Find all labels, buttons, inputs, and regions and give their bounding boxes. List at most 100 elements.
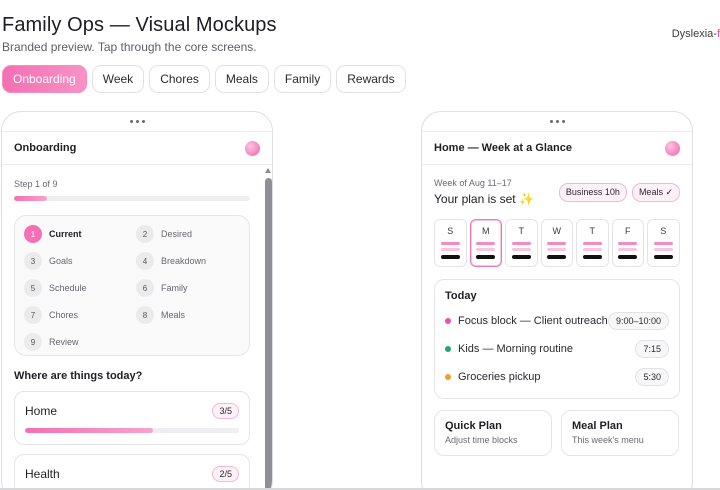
status-dot (445, 374, 451, 380)
week-days: S M T W T F S (434, 219, 680, 267)
category-card-home[interactable]: Home 3/5 (14, 391, 250, 445)
step-item-meals[interactable]: 8 Meals (136, 306, 248, 324)
step-name: Review (49, 337, 79, 347)
step-number: 2 (136, 225, 154, 243)
day-wed[interactable]: W (540, 219, 573, 267)
score-badge: 3/5 (212, 403, 239, 419)
step-number: 9 (24, 333, 42, 351)
tab-family[interactable]: Family (273, 65, 332, 93)
chip-meals[interactable]: Meals ✓ (631, 183, 680, 202)
tab-onboarding[interactable]: Onboarding (2, 65, 87, 93)
today-item[interactable]: Groceries pickup 5:30 (445, 366, 669, 388)
plan-title-text: Your plan is set (434, 192, 516, 206)
action-cards: Quick Plan Adjust time blocks Meal Plan … (434, 410, 680, 456)
tab-meals[interactable]: Meals (214, 65, 269, 93)
step-name: Schedule (49, 283, 87, 293)
card-title: Quick Plan (445, 420, 502, 432)
card-title: Meal Plan (572, 420, 623, 432)
onboarding-title: Onboarding (14, 142, 77, 154)
step-item-current[interactable]: 1 Current (24, 225, 136, 243)
sparkle-icon: ✨ (518, 192, 534, 206)
day-sat[interactable]: S (647, 219, 680, 267)
tab-chores[interactable]: Chores (149, 65, 210, 93)
step-name: Meals (161, 310, 186, 320)
today-card: Today Focus block — Client outreach 9:00… (434, 279, 680, 399)
onboarding-progress (14, 196, 250, 201)
scrollbar-thumb[interactable] (265, 178, 272, 490)
day-mon[interactable]: M (469, 219, 502, 267)
time-badge: 9:00–10:00 (607, 312, 669, 330)
home-appbar: Home — Week at a Glance (422, 131, 692, 165)
scrollbar[interactable] (264, 168, 272, 490)
step-item-chores[interactable]: 7 Chores (24, 306, 136, 324)
step-item-goals[interactable]: 3 Goals (24, 252, 136, 270)
chip-business[interactable]: Business 10h (558, 183, 627, 202)
step-number: 7 (24, 306, 42, 324)
category-name: Health (25, 467, 60, 481)
tab-rewards[interactable]: Rewards (336, 65, 406, 93)
category-progress (25, 428, 239, 433)
dyslexia-toggle[interactable]: Dyslexia-f (672, 28, 720, 40)
step-name: Chores (49, 310, 79, 320)
category-name: Home (25, 404, 58, 418)
time-badge: 5:30 (635, 368, 669, 386)
onboarding-progress-fill (14, 196, 48, 201)
step-number: 5 (24, 279, 42, 297)
today-item[interactable]: Focus block — Client outreach 9:00–10:00 (445, 310, 669, 332)
step-item-schedule[interactable]: 5 Schedule (24, 279, 136, 297)
avatar[interactable] (665, 140, 680, 156)
steps-list: 1 Current 2 Desired 3 Goals 4 Breakdown 5 Sch… (14, 215, 250, 356)
category-progress-fill (25, 428, 154, 433)
avatar[interactable] (245, 140, 260, 156)
status-dot (445, 318, 451, 324)
week-label: Week of Aug 11–17 (434, 178, 512, 188)
onboarding-phone: Onboarding Step 1 of 9 1 Current 2 Desired… (1, 111, 273, 490)
quick-plan-card[interactable]: Quick Plan Adjust time blocks (434, 410, 552, 456)
step-item-desired[interactable]: 2 Desired (136, 225, 248, 243)
plan-chips: Business 10h Meals ✓ (558, 183, 680, 202)
step-number: 3 (24, 252, 42, 270)
screen-tabs: Onboarding Week Chores Meals Family Rewa… (2, 65, 406, 93)
day-tue[interactable]: T (505, 219, 538, 267)
page-title: Family Ops — Visual Mockups (2, 14, 277, 36)
step-number: 4 (136, 252, 154, 270)
phone-notch (422, 112, 692, 131)
tab-week[interactable]: Week (91, 65, 145, 93)
card-subtitle: This week's menu (572, 435, 644, 445)
step-label: Step 1 of 9 (14, 179, 58, 189)
section-title: Where are things today? (14, 370, 143, 382)
step-number: 1 (24, 225, 42, 243)
phone-notch (2, 112, 272, 131)
step-number: 6 (136, 279, 154, 297)
today-title: Today (445, 290, 477, 302)
category-card-health[interactable]: Health 2/5 (14, 454, 250, 490)
today-item[interactable]: Kids — Morning routine 7:15 (445, 338, 669, 360)
step-item-review[interactable]: 9 Review (24, 333, 136, 351)
step-item-breakdown[interactable]: 4 Breakdown (136, 252, 248, 270)
scroll-up-arrow-icon[interactable] (265, 168, 271, 173)
meal-plan-card[interactable]: Meal Plan This week's menu (561, 410, 679, 456)
today-item-label: Groceries pickup (458, 371, 541, 383)
page-header: Family Ops — Visual Mockups Branded prev… (2, 14, 277, 54)
day-thu[interactable]: T (576, 219, 609, 267)
step-name: Breakdown (161, 256, 207, 266)
step-name: Desired (161, 229, 193, 239)
score-badge: 2/5 (212, 466, 239, 482)
step-name: Current (49, 229, 82, 239)
step-number: 8 (136, 306, 154, 324)
today-item-label: Kids — Morning routine (458, 343, 573, 355)
home-title: Home — Week at a Glance (434, 142, 572, 154)
step-item-family[interactable]: 6 Family (136, 279, 248, 297)
status-dot (445, 346, 451, 352)
step-name: Goals (49, 256, 73, 266)
day-fri[interactable]: F (611, 219, 644, 267)
plan-title: Your plan is set ✨ (434, 192, 534, 206)
day-sun[interactable]: S (434, 219, 467, 267)
page-subtitle: Branded preview. Tap through the core sc… (2, 40, 257, 54)
card-subtitle: Adjust time blocks (445, 435, 518, 445)
home-phone: Home — Week at a Glance Week of Aug 11–1… (421, 111, 693, 490)
onboarding-appbar: Onboarding (2, 131, 272, 165)
today-item-label: Focus block — Client outreach (458, 315, 608, 327)
step-name: Family (161, 283, 188, 293)
onboarding-content: Step 1 of 9 1 Current 2 Desired 3 Goals 4 Br… (2, 179, 272, 490)
